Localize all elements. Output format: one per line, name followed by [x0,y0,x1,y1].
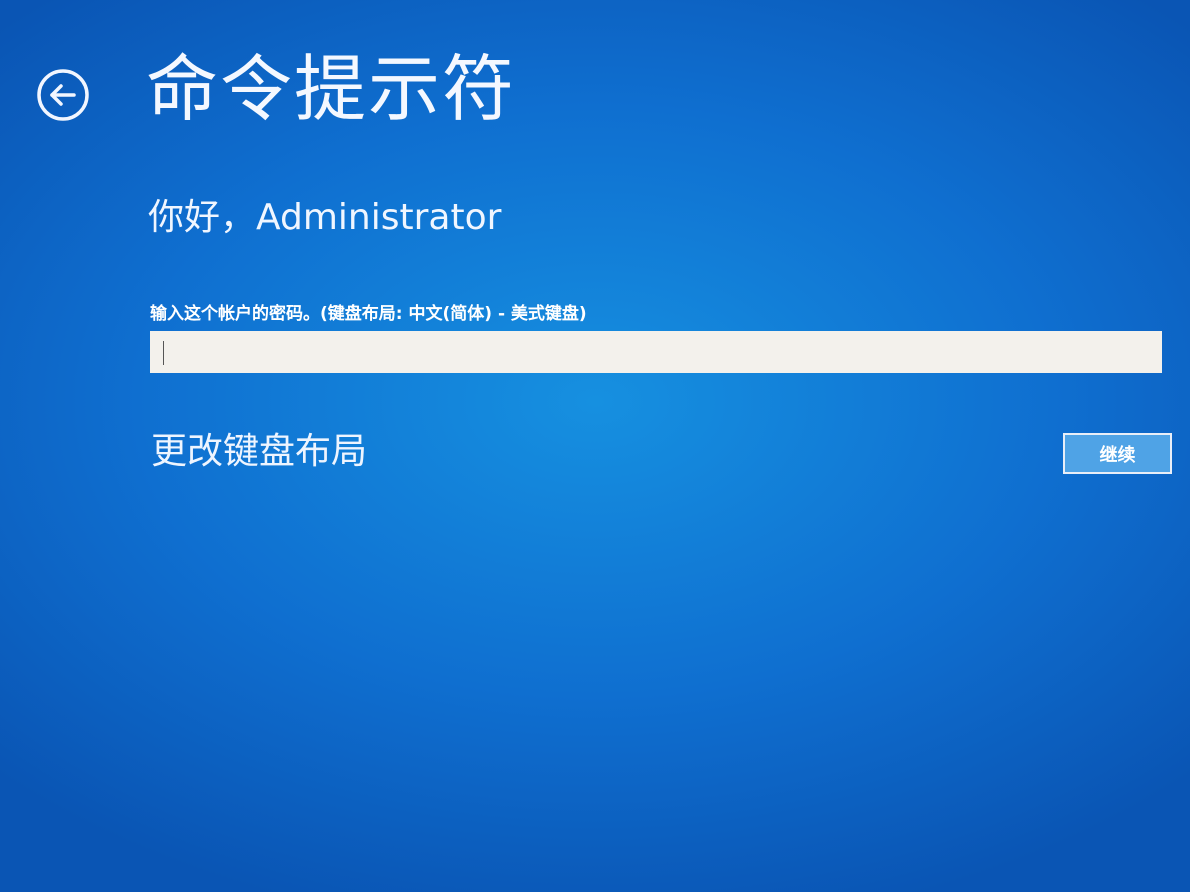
back-arrow-icon [37,69,89,121]
continue-button[interactable]: 继续 [1063,433,1172,474]
change-keyboard-layout-link[interactable]: 更改键盘布局 [151,430,367,473]
back-button[interactable] [36,68,90,122]
greeting-text: 你好，Administrator [148,197,502,238]
password-prompt-label: 输入这个帐户的密码。(键盘布局: 中文(简体) - 美式键盘) [150,304,587,324]
password-input[interactable] [150,331,1162,373]
page-title: 命令提示符 [146,47,517,131]
